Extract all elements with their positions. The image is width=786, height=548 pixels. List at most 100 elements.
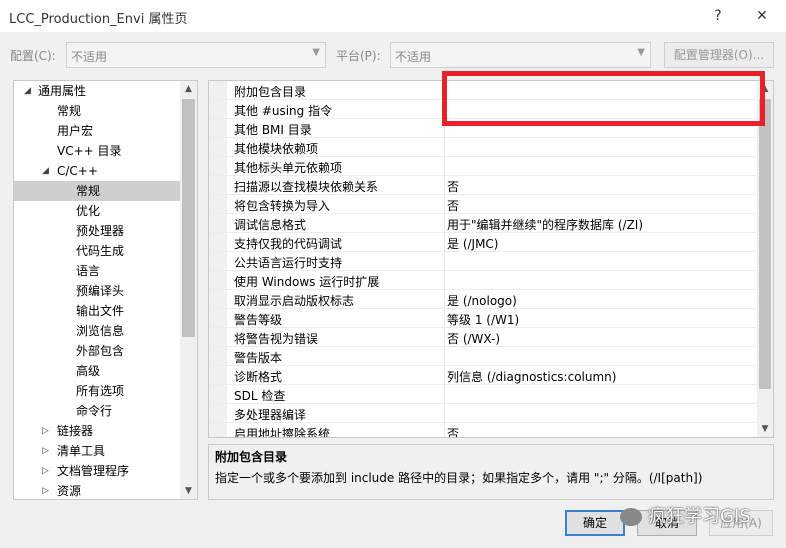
property-row[interactable]: 使用 Windows 运行时扩展: [209, 271, 757, 290]
property-value[interactable]: 列信息 (/diagnostics:column): [447, 368, 616, 385]
watermark: 疯狂学习GIS: [620, 502, 751, 528]
tree-item[interactable]: 外部包含: [14, 341, 180, 361]
property-row[interactable]: 启用地址擦除系统 否: [209, 423, 757, 437]
tree-item[interactable]: ◢ 通用属性: [14, 81, 180, 101]
column-divider: [444, 309, 445, 328]
property-row[interactable]: 公共语言运行时支持: [209, 252, 757, 271]
tree-item-label: 通用属性: [38, 84, 87, 98]
column-divider: [444, 290, 445, 309]
property-row[interactable]: 其他标头单元依赖项: [209, 157, 757, 176]
tree-item-label: 资源: [57, 484, 82, 498]
property-name: 多处理器编译: [234, 408, 307, 422]
property-value[interactable]: 用于"编辑并继续"的程序数据库 (/ZI): [447, 216, 643, 233]
property-name: 将警告视为错误: [234, 332, 319, 346]
help-button[interactable]: ?: [708, 6, 728, 26]
property-name: 诊断格式: [234, 370, 283, 384]
property-name: 其他 BMI 目录: [234, 123, 312, 137]
config-select-value: 不适用: [71, 50, 108, 64]
scroll-up-icon[interactable]: ▲: [180, 81, 197, 97]
ok-button[interactable]: 确定: [565, 510, 625, 536]
tree-item[interactable]: 输出文件: [14, 301, 180, 321]
grid-scroll-thumb[interactable]: [759, 99, 771, 389]
tree-item[interactable]: ▷ 链接器: [14, 421, 180, 441]
scroll-down-icon[interactable]: ▼: [757, 421, 773, 437]
expanded-icon[interactable]: ◢: [24, 81, 31, 101]
platform-select[interactable]: 不适用 ▼: [390, 42, 651, 68]
watermark-text: 疯狂学习GIS: [648, 506, 751, 527]
tree-item[interactable]: 语言: [14, 261, 180, 281]
tree-item[interactable]: ▷ 清单工具: [14, 441, 180, 461]
property-row[interactable]: 将警告视为错误 否 (/WX-): [209, 328, 757, 347]
expanded-icon[interactable]: ◢: [42, 161, 49, 181]
tree-item[interactable]: 高级: [14, 361, 180, 381]
tree-item[interactable]: 代码生成: [14, 241, 180, 261]
tree-item[interactable]: 预编译头: [14, 281, 180, 301]
property-value[interactable]: 等级 1 (/W1): [447, 311, 519, 328]
description-heading: 附加包含目录: [215, 450, 288, 464]
scroll-down-icon[interactable]: ▼: [180, 483, 197, 499]
tree-item-label: 清单工具: [57, 444, 106, 458]
collapsed-icon[interactable]: ▷: [42, 421, 49, 441]
property-value[interactable]: 否: [447, 197, 459, 214]
property-row[interactable]: 警告等级 等级 1 (/W1): [209, 309, 757, 328]
property-tree[interactable]: ◢ 通用属性 常规 用户宏 VC++ 目录 ◢ C/C++ 常规 优化 预处理器 代码生成 语言 预编译…: [13, 80, 198, 500]
tree-item[interactable]: 所有选项: [14, 381, 180, 401]
tree-item-label: 常规: [76, 184, 101, 198]
tree-item[interactable]: 常规: [14, 101, 180, 121]
tree-item[interactable]: 常规: [14, 181, 180, 201]
tree-item-label: 文档管理程序: [57, 464, 130, 478]
property-grid[interactable]: 附加包含目录其他 #using 指令 其他 BMI 目录 其他模块依赖项 其他标头单元…: [208, 80, 774, 438]
column-divider: [444, 233, 445, 252]
tree-item[interactable]: ▷ 文档管理程序: [14, 461, 180, 481]
property-row[interactable]: 其他模块依赖项: [209, 138, 757, 157]
platform-select-value: 不适用: [395, 50, 432, 64]
property-value[interactable]: 否: [447, 178, 459, 195]
close-button[interactable]: ✕: [752, 6, 772, 26]
grid-scrollbar[interactable]: ▲ ▼: [757, 81, 773, 437]
property-name: SDL 检查: [234, 389, 286, 403]
property-row[interactable]: 诊断格式 列信息 (/diagnostics:column): [209, 366, 757, 385]
property-row[interactable]: 警告版本: [209, 347, 757, 366]
column-divider: [444, 366, 445, 385]
property-row[interactable]: 支持仅我的代码调试 是 (/JMC): [209, 233, 757, 252]
collapsed-icon[interactable]: ▷: [42, 441, 49, 461]
tree-item[interactable]: 命令行: [14, 401, 180, 421]
tree-item[interactable]: ◢ C/C++: [14, 161, 180, 181]
property-name: 其他 #using 指令: [234, 104, 333, 118]
tree-item-label: 预处理器: [76, 224, 125, 238]
property-name: 附加包含目录: [234, 85, 307, 99]
property-value[interactable]: 否 (/WX-): [447, 330, 500, 347]
property-name: 将包含转换为导入: [234, 199, 331, 213]
config-select[interactable]: 不适用 ▼: [66, 42, 326, 68]
column-divider: [444, 404, 445, 423]
chevron-down-icon: ▼: [637, 47, 645, 58]
collapsed-icon[interactable]: ▷: [42, 481, 49, 499]
wechat-icon: [620, 508, 642, 526]
property-row[interactable]: 取消显示启动版权标志 是 (/nologo): [209, 290, 757, 309]
config-manager-button[interactable]: 配置管理器(O)...: [664, 42, 774, 68]
tree-item[interactable]: 浏览信息: [14, 321, 180, 341]
property-value[interactable]: 是 (/JMC): [447, 235, 499, 252]
tree-scroll-thumb[interactable]: [182, 99, 195, 337]
tree-item[interactable]: 优化: [14, 201, 180, 221]
property-value[interactable]: 是 (/nologo): [447, 292, 517, 309]
property-row[interactable]: 调试信息格式 用于"编辑并继续"的程序数据库 (/ZI): [209, 214, 757, 233]
property-name: 支持仅我的代码调试: [234, 237, 343, 251]
tree-item[interactable]: 预处理器: [14, 221, 180, 241]
column-divider: [444, 138, 445, 157]
property-value[interactable]: 否: [447, 425, 459, 437]
column-divider: [444, 214, 445, 233]
tree-scrollbar[interactable]: ▲ ▼: [180, 81, 197, 499]
property-row[interactable]: SDL 检查: [209, 385, 757, 404]
tree-item-label: 用户宏: [57, 124, 94, 138]
tree-item[interactable]: 用户宏: [14, 121, 180, 141]
collapsed-icon[interactable]: ▷: [42, 461, 49, 481]
tree-item[interactable]: ▷ 资源: [14, 481, 180, 499]
property-row[interactable]: 扫描源以查找模块依赖关系 否: [209, 176, 757, 195]
property-row[interactable]: 将包含转换为导入 否: [209, 195, 757, 214]
description-text: 指定一个或多个要添加到 include 路径中的目录；如果指定多个，请用 ";"…: [215, 471, 703, 485]
property-row[interactable]: 多处理器编译: [209, 404, 757, 423]
property-name: 警告等级: [234, 313, 283, 327]
tree-item-label: 优化: [76, 204, 101, 218]
tree-item[interactable]: VC++ 目录: [14, 141, 180, 161]
